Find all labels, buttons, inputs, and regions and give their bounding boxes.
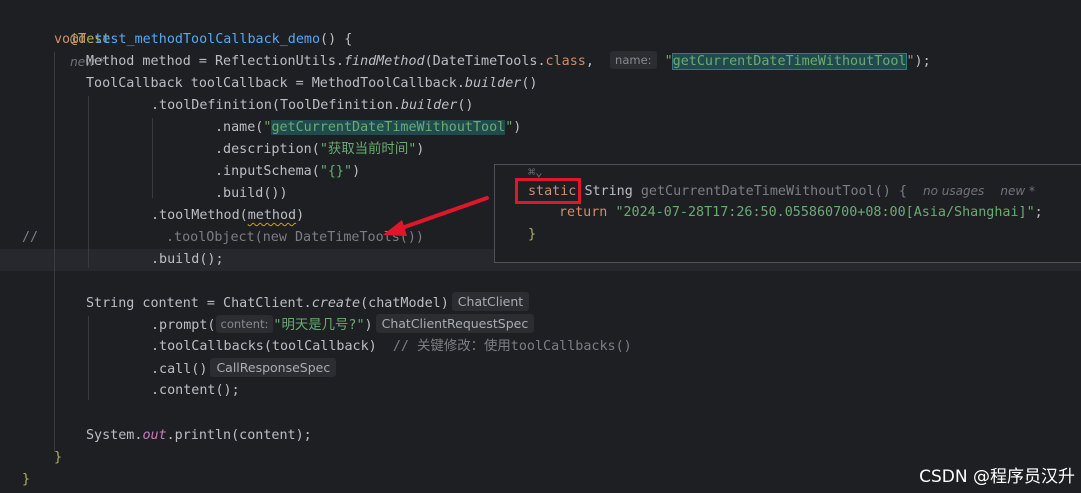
red-arrow-overlay — [383, 196, 489, 236]
red-arrow-shaft — [394, 196, 489, 232]
red-arrow-head — [383, 220, 407, 236]
code-editor: { "code": { "annotation": "@Test", "new_… — [0, 0, 1081, 493]
watermark: CSDN @程序员汉升 — [919, 467, 1075, 487]
